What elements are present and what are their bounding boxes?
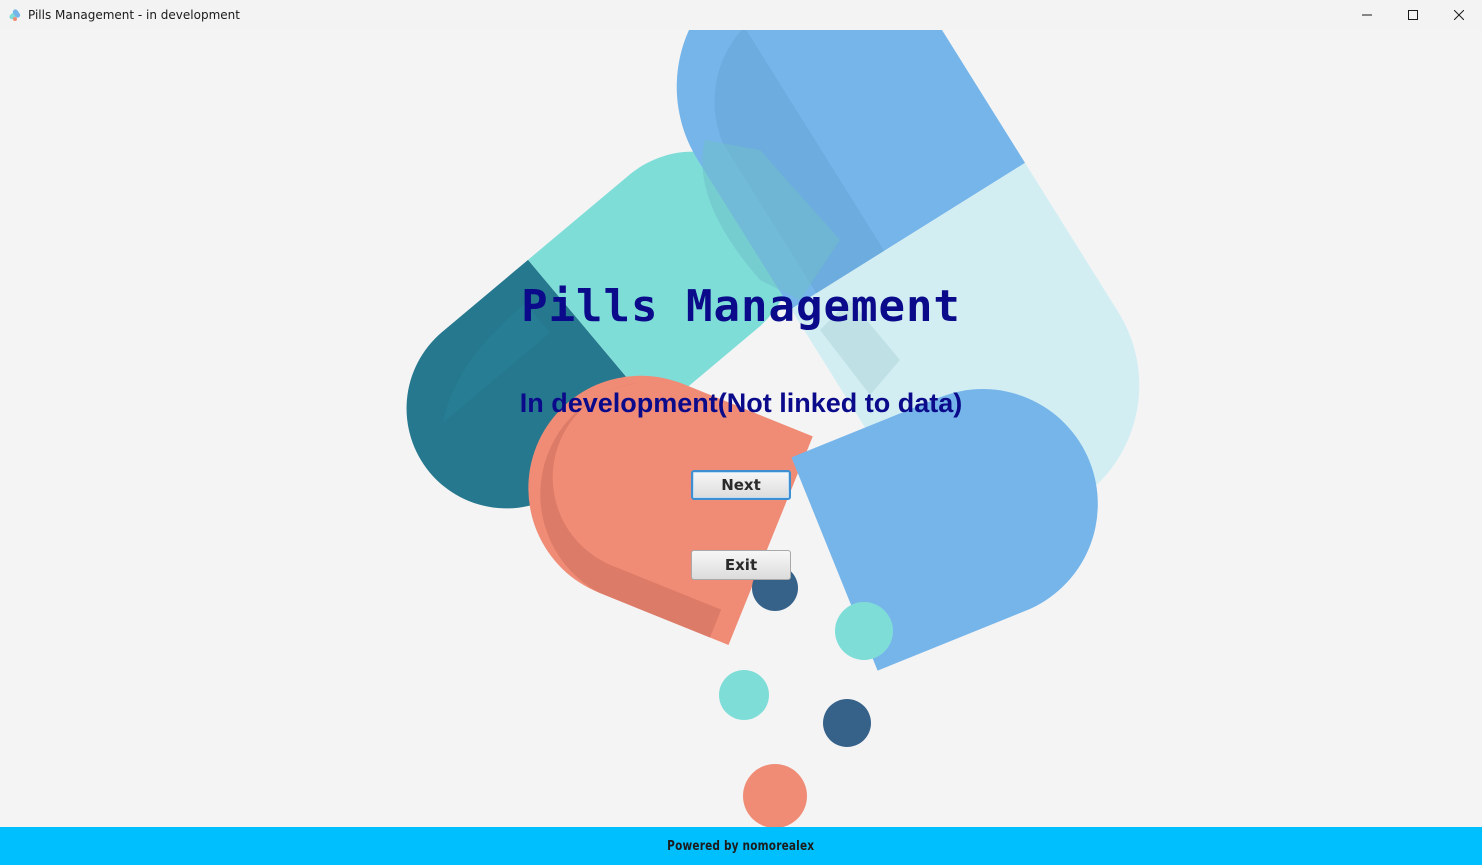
maximize-button[interactable] bbox=[1390, 0, 1436, 30]
dot-navy-2 bbox=[823, 699, 871, 747]
dot-teal-1 bbox=[835, 602, 893, 660]
close-button[interactable] bbox=[1436, 0, 1482, 30]
main-content: Pills Management In development(Not link… bbox=[0, 30, 1482, 827]
footer-credit: Powered by nomorealex bbox=[667, 838, 815, 854]
dot-salmon bbox=[743, 764, 807, 827]
window-title: Pills Management - in development bbox=[28, 8, 240, 22]
exit-button[interactable]: Exit bbox=[691, 550, 791, 580]
page-title: Pills Management bbox=[521, 281, 961, 332]
pills-capsules-illustration bbox=[406, 30, 1140, 827]
page-subtitle: In development(Not linked to data) bbox=[519, 388, 963, 418]
close-icon bbox=[1454, 10, 1464, 20]
minimize-button[interactable] bbox=[1344, 0, 1390, 30]
maximize-icon bbox=[1408, 10, 1418, 20]
app-window: Pills Management - in development Pills … bbox=[0, 0, 1482, 865]
minimize-icon bbox=[1362, 14, 1372, 16]
footer-bar: Powered by nomorealex bbox=[0, 827, 1482, 865]
window-controls bbox=[1344, 0, 1482, 30]
pills-app-icon bbox=[7, 7, 23, 23]
dot-teal-2 bbox=[719, 670, 769, 720]
title-bar[interactable]: Pills Management - in development bbox=[0, 0, 1482, 30]
next-button[interactable]: Next bbox=[691, 470, 791, 500]
